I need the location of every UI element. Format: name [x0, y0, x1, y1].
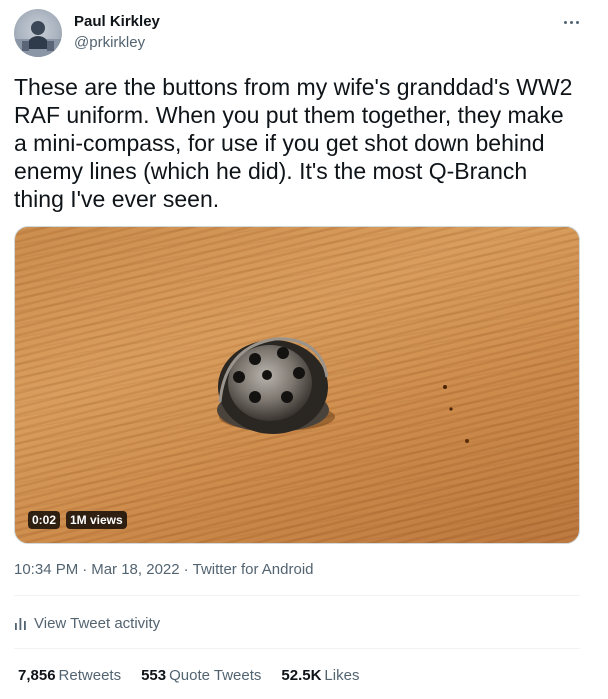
retweets-stat[interactable]: 7,856 Retweets	[18, 667, 121, 684]
retweets-count: 7,856	[18, 667, 56, 684]
more-options-icon[interactable]	[557, 12, 585, 32]
tweet-source[interactable]: Twitter for Android	[193, 561, 314, 578]
divider	[14, 648, 580, 649]
retweets-label: Retweets	[58, 667, 122, 684]
bar-chart-icon	[15, 618, 26, 630]
tweet-video[interactable]: 0:02 1M views	[14, 226, 580, 544]
tweet-stats: 7,856 Retweets 553 Quote Tweets 52.5K Likes	[18, 667, 359, 684]
likes-count: 52.5K	[281, 667, 322, 684]
dot	[569, 20, 573, 24]
dot	[575, 20, 579, 24]
video-views-badge: 1M views	[66, 511, 127, 529]
tweet-time[interactable]: 10:34 PM	[14, 561, 78, 578]
likes-label: Likes	[324, 667, 360, 684]
dot	[563, 20, 567, 24]
tweet-meta: 10:34 PM · Mar 18, 2022 · Twitter for Androi…	[14, 561, 314, 578]
view-tweet-activity-link[interactable]: View Tweet activity	[14, 613, 160, 633]
tweet: Paul Kirkley @prkirkley These are the bu…	[0, 0, 608, 699]
avatar[interactable]	[14, 9, 62, 57]
video-duration-badge: 0:02	[28, 511, 61, 529]
video-frame	[217, 337, 469, 443]
meta-separator: ·	[183, 561, 189, 578]
quote-tweets-stat[interactable]: 553 Quote Tweets	[141, 667, 261, 684]
author-name[interactable]: Paul Kirkley	[74, 13, 160, 30]
tweet-date[interactable]: Mar 18, 2022	[91, 561, 179, 578]
tweet-text: These are the buttons from my wife's gra…	[14, 74, 573, 212]
divider	[14, 595, 580, 596]
author-handle[interactable]: @prkirkley	[74, 34, 145, 51]
view-tweet-activity-label: View Tweet activity	[34, 614, 161, 632]
meta-separator: ·	[82, 561, 88, 578]
likes-stat[interactable]: 52.5K Likes	[281, 667, 359, 684]
avatar-image	[14, 21, 62, 57]
quote-tweets-label: Quote Tweets	[169, 667, 262, 684]
quote-tweets-count: 553	[141, 667, 167, 684]
